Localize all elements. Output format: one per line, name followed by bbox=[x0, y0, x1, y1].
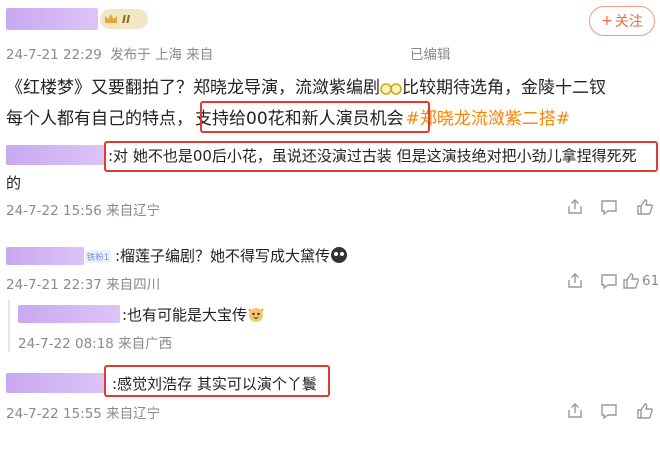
share-icon[interactable] bbox=[566, 198, 584, 216]
like-icon[interactable] bbox=[636, 402, 654, 420]
post-text-line1-b: 比较期待选角，金陵十二钗 bbox=[402, 78, 606, 98]
post-text-line2-a: 每个人都有自己的特点， bbox=[6, 109, 193, 129]
reply-text-content: :也有可能是大宝传 bbox=[122, 306, 248, 324]
post-text-line1: 《红楼梦》又要翻拍了？郑晓龙导演，流潋紫编剧 比较期待选角，金陵十二钗 bbox=[6, 73, 606, 98]
follow-button[interactable]: + 关注 bbox=[589, 6, 655, 36]
comment-text: :榴莲子编剧？她不得写成大黛传 bbox=[115, 245, 348, 266]
comment-icon[interactable] bbox=[600, 402, 618, 420]
comment-icon[interactable] bbox=[600, 272, 618, 290]
share-icon[interactable] bbox=[566, 402, 584, 420]
comment-meta: 24-7-21 22:37 来自四川 bbox=[6, 277, 161, 293]
comment-icon[interactable] bbox=[600, 198, 618, 216]
crown-icon bbox=[105, 14, 117, 23]
commenter-name[interactable] bbox=[6, 145, 106, 165]
edited-label: 已编辑 bbox=[410, 47, 451, 63]
highlight-box-comment bbox=[104, 365, 330, 397]
follow-label: 关注 bbox=[614, 14, 643, 30]
plus-icon: + bbox=[601, 13, 613, 29]
cat-emoji-icon bbox=[248, 308, 264, 322]
highlight-box-post bbox=[200, 101, 430, 133]
like-icon[interactable] bbox=[636, 198, 654, 216]
post-time: 24-7-21 22:29 bbox=[6, 47, 102, 63]
replier-name[interactable] bbox=[18, 305, 120, 323]
reply-meta: 24-7-22 08:18 来自广西 bbox=[18, 336, 173, 352]
comment-meta: 24-7-22 15:55 来自辽宁 bbox=[6, 406, 161, 422]
glasses-emoji-icon bbox=[380, 83, 402, 95]
fan-badge: 铁粉1 bbox=[85, 250, 111, 263]
commenter-name[interactable] bbox=[6, 373, 106, 393]
highlight-box-comment bbox=[104, 141, 658, 172]
dark-face-emoji-icon bbox=[331, 247, 348, 263]
post-meta: 24-7-21 22:29 发布于 上海 来自 bbox=[6, 43, 213, 63]
badge-level: II bbox=[122, 12, 131, 26]
post-text-line1-a: 《红楼梦》又要翻拍了？郑晓龙导演，流潋紫编剧 bbox=[6, 78, 380, 98]
comment-meta: 24-7-22 15:56 来自辽宁 bbox=[6, 203, 161, 219]
like-count: 61 bbox=[642, 273, 660, 289]
post-source: 发布于 上海 来自 bbox=[110, 47, 214, 63]
hashtag-link[interactable]: #郑晓龙流潋紫二搭# bbox=[406, 109, 571, 129]
commenter-name[interactable] bbox=[6, 247, 84, 265]
share-icon[interactable] bbox=[566, 272, 584, 290]
comment-text-content: :榴莲子编剧？她不得写成大黛传 bbox=[115, 247, 331, 265]
reply-indent-bar bbox=[8, 300, 10, 352]
vip-badge: II bbox=[100, 9, 148, 29]
like-icon[interactable] bbox=[622, 272, 640, 290]
author-name[interactable] bbox=[6, 8, 98, 30]
comment-text-cont: 的 bbox=[6, 174, 22, 192]
reply-text: :也有可能是大宝传 bbox=[122, 304, 265, 325]
